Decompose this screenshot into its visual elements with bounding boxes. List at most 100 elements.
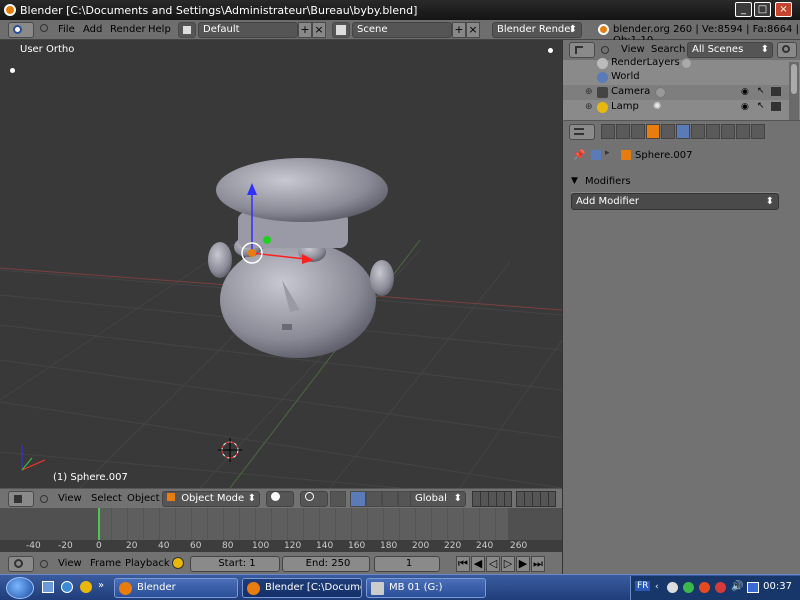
editor-type-button[interactable] bbox=[569, 124, 595, 140]
add-screen-button[interactable]: + bbox=[298, 22, 312, 38]
outliner-scrollbar[interactable] bbox=[789, 62, 799, 120]
pin-icon[interactable]: 📌 bbox=[573, 150, 585, 161]
constraints-tab-icon[interactable] bbox=[661, 124, 675, 139]
play-reverse-button[interactable]: ◁ bbox=[486, 556, 500, 572]
particles-tab-icon[interactable] bbox=[736, 124, 750, 139]
menu-frame[interactable]: Frame bbox=[90, 558, 121, 569]
menu-add[interactable]: Add bbox=[83, 24, 102, 35]
scale-manipulator-icon[interactable] bbox=[382, 491, 398, 507]
jump-end-button[interactable]: ⏭ bbox=[531, 556, 545, 572]
current-frame-cursor[interactable] bbox=[98, 508, 100, 540]
menu-file[interactable]: File bbox=[58, 24, 75, 35]
editor-type-button[interactable] bbox=[8, 556, 34, 572]
play-button[interactable]: ▷ bbox=[501, 556, 515, 572]
alert-icon[interactable] bbox=[715, 582, 726, 593]
modifiers-tab-icon[interactable] bbox=[676, 124, 690, 139]
editor-type-button[interactable] bbox=[8, 491, 34, 507]
texture-tab-icon[interactable] bbox=[721, 124, 735, 139]
collapse-menu-icon[interactable] bbox=[40, 24, 48, 32]
render-engine-select[interactable]: Blender Render ⬍ bbox=[492, 22, 582, 38]
rotate-manipulator-icon[interactable] bbox=[366, 491, 382, 507]
expand-icon[interactable]: ⊕ bbox=[585, 102, 593, 112]
add-scene-button[interactable]: + bbox=[452, 22, 466, 38]
menu-view[interactable]: View bbox=[621, 44, 645, 55]
timeline-area[interactable]: -40 -20 0 20 40 60 80 100 120 140 160 18… bbox=[0, 508, 562, 552]
outliner-row-renderlayers[interactable]: RenderLayers bbox=[563, 56, 789, 71]
properties-toggle-icon[interactable] bbox=[548, 48, 553, 53]
collapse-menu-icon[interactable] bbox=[40, 560, 48, 568]
taskbar-item-blender-2[interactable]: Blender [C:\Document... bbox=[242, 578, 362, 598]
manipulator-toggle[interactable] bbox=[330, 491, 346, 507]
visibility-eye-icon[interactable]: ◉ bbox=[741, 102, 749, 112]
start-button[interactable] bbox=[6, 577, 34, 599]
menu-object[interactable]: Object bbox=[127, 493, 160, 504]
3d-viewport[interactable]: User Ortho (1) Sphere.007 bbox=[0, 40, 562, 488]
screen-layout-icon-button[interactable] bbox=[178, 22, 196, 38]
menu-select[interactable]: Select bbox=[91, 493, 122, 504]
quicklaunch-overflow-icon[interactable]: » bbox=[98, 580, 104, 591]
network-icon[interactable] bbox=[667, 582, 678, 593]
scene-field[interactable]: Scene bbox=[352, 22, 452, 38]
current-frame-field[interactable]: 1 bbox=[374, 556, 440, 572]
security-alert-icon[interactable] bbox=[699, 582, 710, 593]
menu-playback[interactable]: Playback bbox=[125, 558, 170, 569]
volume-icon[interactable]: 🔊 bbox=[731, 581, 743, 592]
jump-start-button[interactable]: ⏮ bbox=[456, 556, 470, 572]
object-tab-icon[interactable] bbox=[646, 124, 660, 139]
collapse-menu-icon[interactable] bbox=[40, 495, 48, 503]
data-tab-icon[interactable] bbox=[691, 124, 705, 139]
menu-view[interactable]: View bbox=[58, 493, 82, 504]
render-camera-icon[interactable] bbox=[771, 102, 781, 111]
outliner-row-world[interactable]: World bbox=[563, 70, 789, 85]
visibility-eye-icon[interactable]: ◉ bbox=[741, 87, 749, 97]
render-camera-icon[interactable] bbox=[771, 87, 781, 96]
show-desktop-icon[interactable] bbox=[42, 581, 54, 593]
select-arrow-icon[interactable]: ↖ bbox=[757, 86, 765, 96]
expand-icon[interactable]: ⊕ bbox=[585, 87, 593, 97]
language-indicator[interactable]: FR bbox=[635, 581, 651, 591]
messenger-icon[interactable] bbox=[80, 581, 92, 593]
outliner-row-camera[interactable]: ⊕ Camera ◉ ↖ bbox=[563, 85, 789, 100]
start-frame-field[interactable]: Start: 1 bbox=[190, 556, 280, 572]
screen-layout-field[interactable]: Default bbox=[198, 22, 298, 38]
menu-view[interactable]: View bbox=[58, 558, 82, 569]
layer-buttons-left[interactable] bbox=[472, 491, 512, 507]
add-modifier-select[interactable]: Add Modifier ⬍ bbox=[571, 193, 779, 210]
menu-search[interactable]: Search bbox=[651, 44, 685, 55]
remove-scene-button[interactable]: × bbox=[466, 22, 480, 38]
orientation-select[interactable]: Global ⬍ bbox=[410, 491, 466, 507]
close-button[interactable]: × bbox=[775, 2, 792, 17]
shading-select[interactable] bbox=[266, 491, 294, 507]
outliner-row-lamp[interactable]: ⊕ Lamp ✺ ◉ ↖ bbox=[563, 100, 789, 115]
jump-keyframe-forward-button[interactable]: ▶ bbox=[516, 556, 530, 572]
display-icon[interactable] bbox=[747, 582, 759, 593]
keying-icon[interactable] bbox=[172, 557, 184, 569]
toolshelf-toggle-icon[interactable] bbox=[10, 68, 15, 73]
tray-expand-icon[interactable]: ‹ bbox=[655, 582, 659, 592]
ie-icon[interactable] bbox=[61, 581, 73, 593]
material-tab-icon[interactable] bbox=[706, 124, 720, 139]
select-arrow-icon[interactable]: ↖ bbox=[757, 101, 765, 111]
remove-screen-button[interactable]: × bbox=[312, 22, 326, 38]
scene-tab-icon[interactable] bbox=[616, 124, 630, 139]
menu-help[interactable]: Help bbox=[148, 24, 171, 35]
taskbar-item-blender-1[interactable]: Blender bbox=[114, 578, 238, 598]
panel-collapse-icon[interactable]: ▼ bbox=[571, 176, 578, 186]
layer-buttons-right[interactable] bbox=[516, 491, 556, 507]
editor-type-button[interactable] bbox=[8, 22, 34, 38]
mode-select[interactable]: Object Mode ⬍ bbox=[162, 491, 260, 507]
viewport-scene[interactable] bbox=[0, 40, 562, 488]
antivirus-icon[interactable] bbox=[683, 582, 694, 593]
physics-tab-icon[interactable] bbox=[751, 124, 765, 139]
translate-manipulator-icon[interactable] bbox=[350, 491, 366, 507]
end-frame-field[interactable]: End: 250 bbox=[282, 556, 370, 572]
jump-keyframe-back-button[interactable]: ◀ bbox=[471, 556, 485, 572]
menu-render[interactable]: Render bbox=[110, 24, 146, 35]
pivot-select[interactable] bbox=[300, 491, 328, 507]
render-tab-icon[interactable] bbox=[601, 124, 615, 139]
maximize-button[interactable]: □ bbox=[754, 2, 771, 17]
clock[interactable]: 00:37 bbox=[763, 581, 792, 592]
taskbar-item-drive[interactable]: MB 01 (G:) bbox=[366, 578, 486, 598]
minimize-button[interactable]: _ bbox=[735, 2, 752, 17]
scene-icon-button[interactable] bbox=[332, 22, 350, 38]
